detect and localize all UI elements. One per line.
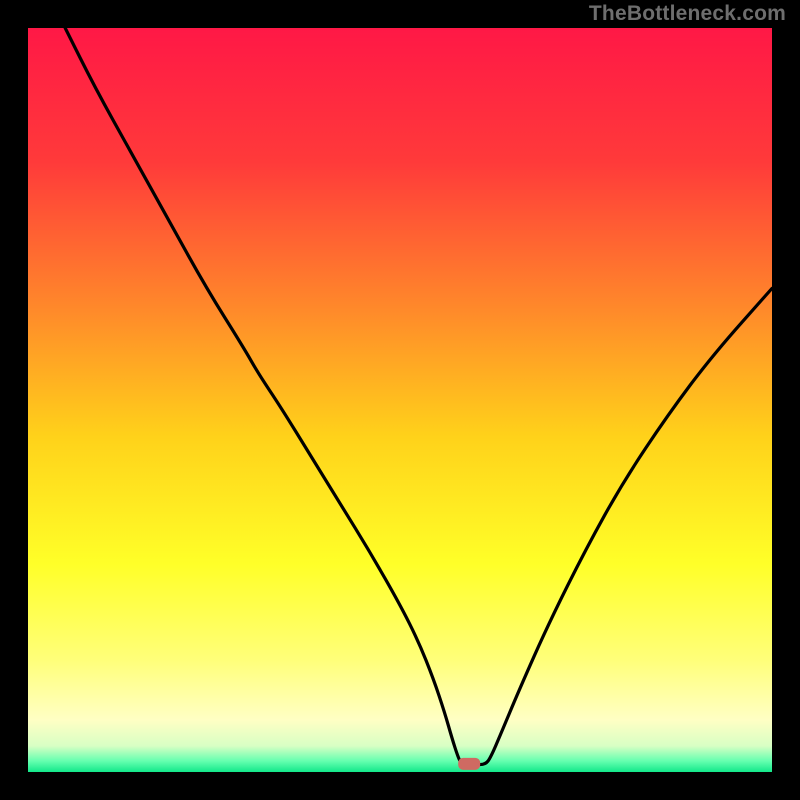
watermark-text: TheBottleneck.com: [589, 2, 786, 26]
chart-svg: [28, 28, 772, 772]
plot-area: [28, 28, 772, 772]
optimal-point-marker: [458, 758, 480, 770]
chart-frame: TheBottleneck.com: [0, 0, 800, 800]
gradient-background: [28, 28, 772, 772]
